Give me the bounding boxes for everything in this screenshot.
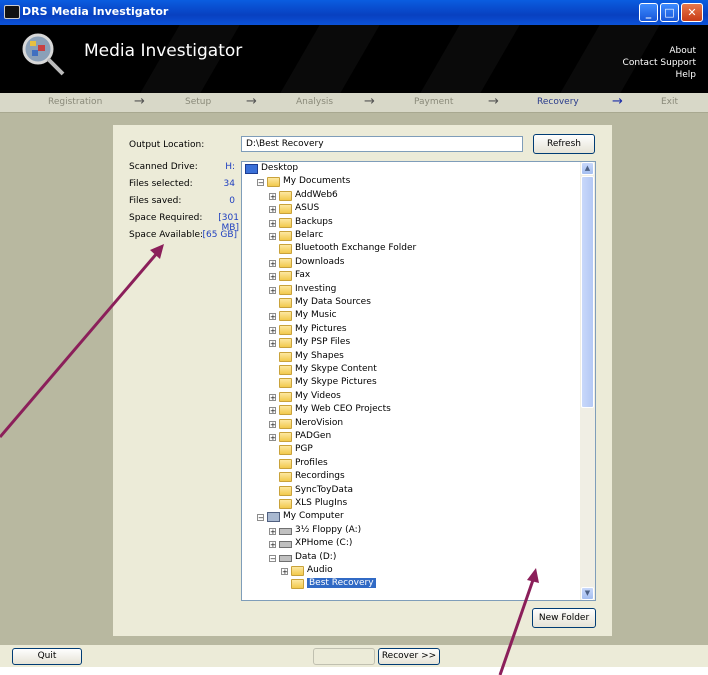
annotation-arrowhead-icon — [527, 568, 539, 583]
annotation-arrow-space — [0, 251, 160, 438]
annotation-arrows — [0, 244, 539, 675]
annotation-arrow-new-folder — [498, 579, 535, 675]
